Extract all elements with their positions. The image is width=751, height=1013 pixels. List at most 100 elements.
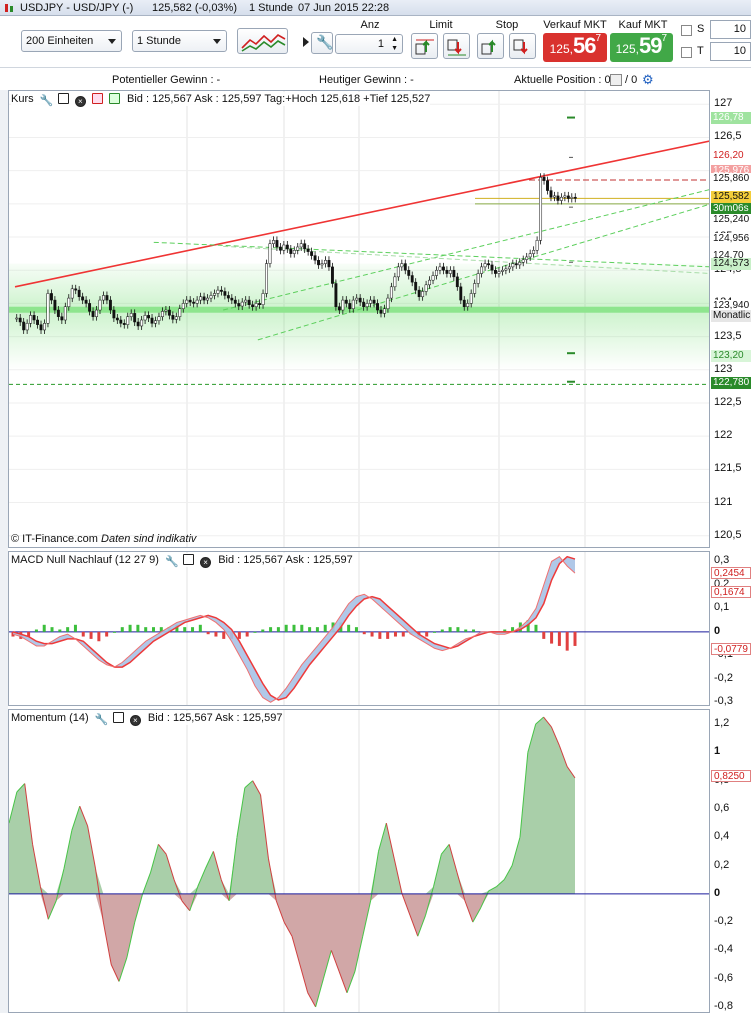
macd-histogram-bar (97, 631, 101, 642)
limit-sell-button[interactable] (443, 33, 470, 59)
stop-loss-checkbox[interactable] (681, 25, 692, 36)
window-icon[interactable] (183, 554, 195, 565)
momentum-chart[interactable] (9, 710, 710, 1013)
close-icon[interactable]: × (74, 96, 86, 107)
units-select[interactable]: 200 Einheiten (21, 30, 122, 52)
close-icon[interactable]: × (200, 557, 212, 568)
candle (202, 296, 206, 301)
window-icon[interactable] (57, 93, 69, 104)
buy-order-icon[interactable] (108, 93, 120, 104)
macd-histogram-bar (347, 624, 351, 632)
candle (77, 289, 81, 298)
candle (570, 196, 574, 199)
macd-tag: 0,1674 (711, 585, 751, 598)
candle (514, 263, 518, 266)
candle (178, 308, 182, 317)
candle (445, 269, 449, 274)
candle (358, 297, 362, 303)
sell-price-big: 56 (572, 33, 597, 58)
candle (46, 293, 50, 324)
candle (147, 315, 151, 319)
candle (431, 275, 435, 281)
candle (369, 299, 373, 304)
macd-histogram-bar (308, 627, 312, 632)
candle (244, 299, 248, 303)
buy-price-prefix: 125, (615, 42, 639, 56)
candle (299, 243, 303, 248)
macd-histogram-bar (557, 631, 561, 646)
candle (379, 309, 383, 314)
chevron-down-icon (108, 39, 116, 44)
candle (119, 319, 123, 324)
candle (98, 299, 102, 311)
position-chart-icon[interactable] (610, 74, 622, 86)
take-profit-input[interactable]: 10 (710, 42, 751, 61)
macd-histogram-bar (472, 629, 476, 632)
macd-histogram-bar (440, 629, 444, 632)
wrench-icon[interactable]: 🔧 (40, 94, 54, 107)
price-tick-label: 123 (714, 362, 733, 375)
price-tag: 124,573 (711, 258, 751, 271)
stop-buy-button[interactable] (477, 33, 504, 59)
macd-chart[interactable] (9, 552, 710, 706)
wrench-button[interactable]: 🔧 (311, 32, 333, 54)
qty-value: 1 (377, 38, 384, 50)
candle (289, 248, 293, 254)
candle (192, 301, 196, 304)
limit-buy-button[interactable] (411, 33, 438, 59)
macd-tick-label: 0,1 (714, 601, 730, 614)
interval-select[interactable]: 1 Stunde (132, 30, 227, 52)
candle (185, 299, 189, 304)
window-icon[interactable] (112, 712, 124, 723)
gear-icon[interactable]: ⚙ (642, 73, 654, 87)
stop-loss-input[interactable]: 10 (710, 20, 751, 39)
candle (105, 295, 109, 301)
wrench-icon[interactable]: 🔧 (165, 555, 179, 568)
current-position: Aktuelle Position : 0 (514, 74, 611, 86)
momentum-tick-label: -0,2 (714, 915, 733, 928)
candle (383, 308, 386, 314)
stop-sell-button[interactable] (509, 33, 536, 59)
macd-tag: 0,2454 (711, 567, 751, 580)
macd-histogram-bar (34, 629, 38, 632)
close-icon[interactable]: × (129, 715, 141, 726)
candle (261, 293, 265, 305)
sell-order-icon[interactable] (91, 93, 103, 104)
candle (258, 303, 262, 305)
candle (32, 315, 36, 321)
candle (230, 297, 234, 301)
take-profit-checkbox[interactable] (681, 47, 692, 58)
wrench-icon[interactable]: 🔧 (95, 713, 109, 726)
macd-tag: -0,0779 (711, 643, 751, 656)
price-chart[interactable] (9, 91, 710, 548)
candle (497, 271, 501, 274)
candle (15, 317, 19, 320)
candle (376, 303, 379, 311)
candle (143, 315, 147, 321)
indicator-button[interactable] (237, 28, 288, 54)
price-panel-name: Kurs (11, 93, 34, 105)
qty-stepper[interactable]: 1 ▲ ▼ (335, 34, 403, 54)
macd-panel[interactable]: MACD Null Nachlauf (12 27 9) 🔧 × Bid : 1… (8, 551, 710, 706)
macd-histogram-bar (550, 631, 554, 644)
buy-market-button[interactable]: 125,597 (610, 33, 673, 62)
price-tag: 124,956 (711, 232, 751, 245)
play-icon[interactable] (303, 37, 309, 47)
sell-market-button[interactable]: 125,567 (543, 33, 607, 62)
price-tag: 126,20 (711, 150, 751, 163)
sell-price-pip: 7 (595, 33, 601, 44)
candle-chart-icon (5, 4, 13, 12)
candle (317, 260, 320, 266)
macd-histogram-bar (253, 631, 257, 633)
momentum-panel[interactable]: Momentum (14) 🔧 × Bid : 125,567 Ask : 12… (8, 709, 710, 1013)
momentum-scale[interactable]: 1,210,80,60,40,20-0,2-0,4-0,6-0,8 (711, 709, 751, 1013)
macd-histogram-bar (214, 631, 218, 637)
price-panel[interactable]: Kurs 🔧 × Bid : 125,567 Ask : 125,597 Tag… (8, 90, 710, 548)
copyright-text: © IT-Finance.com (11, 533, 98, 545)
candle (216, 289, 220, 294)
candle (278, 246, 282, 251)
stepper-arrows-icon[interactable]: ▲ ▼ (391, 35, 398, 53)
price-tick-label: 120,5 (714, 528, 742, 541)
candle (313, 255, 317, 261)
price-panel-header: Kurs 🔧 × Bid : 125,567 Ask : 125,597 Tag… (11, 92, 431, 107)
